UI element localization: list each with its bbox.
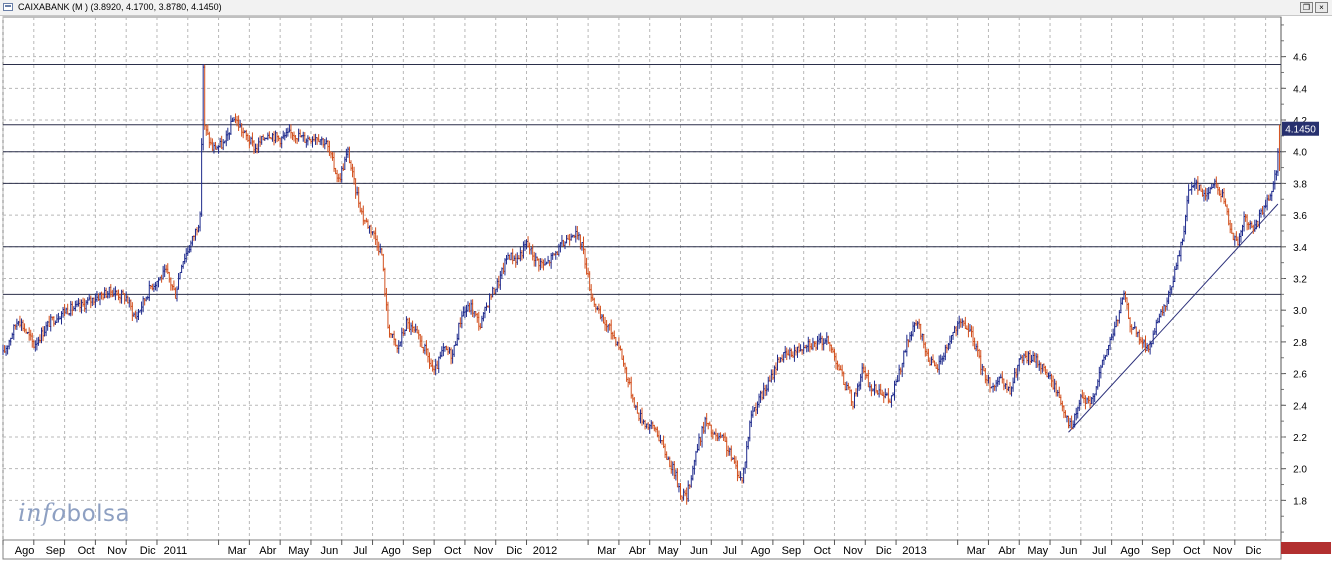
x-tick-label: Sep <box>46 545 66 557</box>
x-tick-label: Abr <box>629 545 646 557</box>
x-tick-label: Sep <box>412 545 432 557</box>
x-tick-label: May <box>658 545 679 557</box>
x-tick-label: Oct <box>444 545 461 557</box>
x-tick-label: Nov <box>1213 545 1233 557</box>
y-tick-label: 2.0 <box>1293 465 1307 476</box>
x-tick-label: Abr <box>998 545 1015 557</box>
y-tick-label: 3.0 <box>1293 306 1307 317</box>
window-title: CAIXABANK (M ) (3.8920, 4.1700, 3.8780, … <box>18 2 222 12</box>
y-tick-label: 3.8 <box>1293 179 1307 190</box>
y-tick-label: 2.6 <box>1293 370 1307 381</box>
x-tick-label: Ago <box>381 545 401 557</box>
x-tick-label: Oct <box>814 545 831 557</box>
x-tick-label: Dic <box>876 545 892 557</box>
y-tick-label: 2.4 <box>1293 401 1307 412</box>
x-tick-label: Abr <box>259 545 276 557</box>
x-tick-label: Sep <box>1151 545 1171 557</box>
x-tick-label: Mar <box>967 545 986 557</box>
y-tick-label: 2.8 <box>1293 338 1307 349</box>
x-tick-label: Ago <box>15 545 35 557</box>
x-tick-label: Dic <box>1245 545 1261 557</box>
close-button[interactable]: × <box>1315 2 1328 13</box>
y-tick-label: 3.2 <box>1293 275 1307 286</box>
x-tick-label: Jul <box>353 545 367 557</box>
y-tick-label: 3.6 <box>1293 211 1307 222</box>
window-controls: ❐ × <box>1300 2 1328 13</box>
x-tick-label: Jun <box>321 545 339 557</box>
last-price-label: 4.1450 <box>1285 125 1316 136</box>
x-tick-label: Ago <box>751 545 771 557</box>
x-tick-label: Jul <box>723 545 737 557</box>
x-tick-label: Jun <box>690 545 708 557</box>
x-axis-right-stripe <box>1281 542 1331 554</box>
x-tick-label: May <box>1027 545 1048 557</box>
y-tick-label: 4.4 <box>1293 84 1307 95</box>
y-tick-label: 1.8 <box>1293 496 1307 507</box>
x-tick-label: 2013 <box>902 545 926 557</box>
y-tick-label: 2.2 <box>1293 433 1307 444</box>
x-tick-label: 2011 <box>164 545 188 557</box>
x-tick-label: Oct <box>78 545 95 557</box>
y-tick-label: 4.6 <box>1293 53 1307 64</box>
x-tick-label: Mar <box>228 545 247 557</box>
x-tick-label: Dic <box>506 545 522 557</box>
infobolsa-logo: infobolsa <box>18 499 131 527</box>
y-tick-label: 3.4 <box>1293 243 1307 254</box>
price-chart[interactable]: 1.82.02.22.42.62.83.03.23.43.63.84.04.24… <box>0 15 1332 561</box>
window-title-bar: CAIXABANK (M ) (3.8920, 4.1700, 3.8780, … <box>0 0 1332 16</box>
x-tick-label: Jul <box>1092 545 1106 557</box>
x-tick-label: Nov <box>474 545 494 557</box>
x-tick-label: Mar <box>597 545 616 557</box>
x-tick-label: 2012 <box>533 545 557 557</box>
x-tick-label: Jun <box>1060 545 1078 557</box>
x-tick-label: Dic <box>140 545 156 557</box>
chart-window-icon <box>3 3 13 11</box>
x-tick-label: Ago <box>1120 545 1140 557</box>
x-tick-label: Nov <box>107 545 127 557</box>
x-tick-label: May <box>288 545 309 557</box>
y-tick-label: 4.0 <box>1293 148 1307 159</box>
x-tick-label: Sep <box>782 545 802 557</box>
x-tick-label: Nov <box>843 545 863 557</box>
restore-button[interactable]: ❐ <box>1300 2 1313 13</box>
x-tick-label: Oct <box>1183 545 1200 557</box>
